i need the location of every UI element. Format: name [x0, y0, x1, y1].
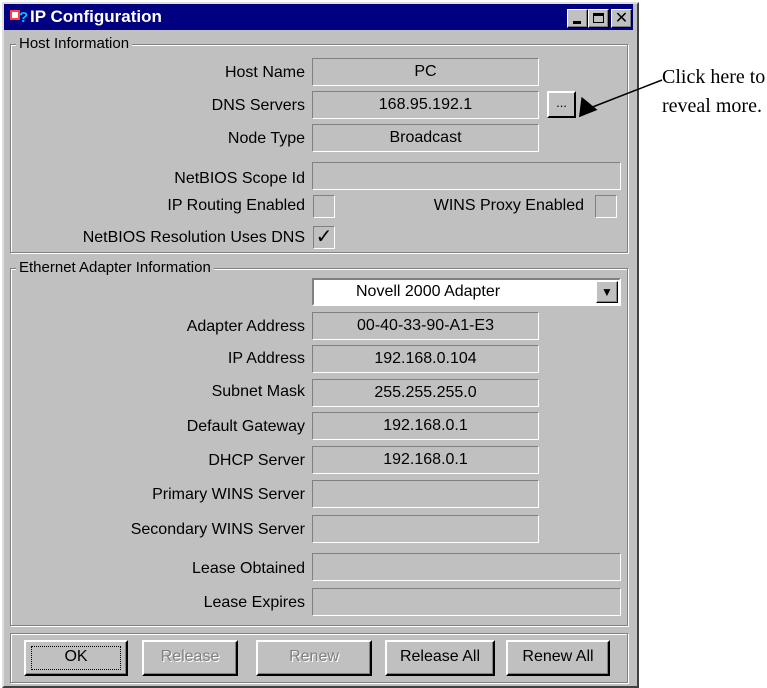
- default-gateway-label: Default Gateway: [186, 418, 305, 435]
- window-title: IP Configuration: [30, 7, 162, 26]
- release-all-button[interactable]: Release All: [385, 640, 495, 676]
- close-icon[interactable]: ✕: [611, 9, 632, 28]
- primary-wins-label: Primary WINS Server: [152, 486, 305, 503]
- dns-servers-field: 168.95.192.1: [312, 91, 539, 119]
- adapter-information-title: Ethernet Adapter Information: [16, 259, 214, 276]
- dhcp-server-label: DHCP Server: [208, 452, 305, 469]
- netbios-dns-label: NetBIOS Resolution Uses DNS: [82, 229, 305, 246]
- netbios-scope-label: NetBIOS Scope Id: [174, 170, 305, 187]
- dns-servers-label: DNS Servers: [211, 97, 305, 114]
- maximize-icon[interactable]: [588, 9, 609, 28]
- netbios-dns-checkbox[interactable]: ✓: [313, 226, 335, 249]
- dhcp-server-field: 192.168.0.1: [312, 446, 539, 474]
- wins-proxy-label: WINS Proxy Enabled: [433, 197, 584, 214]
- svg-text:?: ?: [19, 9, 28, 25]
- default-gateway-field: 192.168.0.1: [312, 412, 539, 440]
- node-type-field: Broadcast: [312, 124, 539, 152]
- minimize-icon[interactable]: [567, 9, 588, 28]
- wins-proxy-checkbox[interactable]: [595, 195, 617, 218]
- lease-expires-label: Lease Expires: [203, 594, 305, 611]
- host-information-title: Host Information: [16, 35, 133, 52]
- annotation-text: Click here to reveal more.: [662, 66, 766, 117]
- host-name-label: Host Name: [224, 64, 305, 81]
- subnet-mask-field: 255.255.255.0: [312, 379, 539, 407]
- chevron-down-icon[interactable]: ▼: [596, 281, 618, 303]
- release-button[interactable]: Release: [142, 640, 238, 676]
- ip-address-field: 192.168.0.104: [312, 345, 539, 373]
- arrow-icon: [578, 79, 663, 118]
- secondary-wins-label: Secondary WINS Server: [130, 521, 305, 538]
- renew-button[interactable]: Renew: [256, 640, 372, 676]
- ip-routing-label: IP Routing Enabled: [167, 197, 305, 214]
- netbios-scope-field: [312, 162, 621, 190]
- checkmark-icon: ✓: [315, 226, 333, 248]
- network-question-icon: ?: [10, 9, 28, 25]
- ok-button[interactable]: OK: [24, 640, 128, 676]
- lease-expires-field: [312, 588, 621, 616]
- adapter-address-field: 00-40-33-90-A1-E3: [312, 312, 539, 340]
- ip-routing-checkbox[interactable]: [313, 195, 335, 218]
- subnet-mask-label: Subnet Mask: [211, 383, 305, 400]
- primary-wins-field: [312, 480, 539, 508]
- ip-address-label: IP Address: [227, 350, 305, 367]
- adapter-select[interactable]: Novell 2000 Adapter ▼: [312, 278, 621, 306]
- focus-rect: [31, 646, 121, 670]
- node-type-label: Node Type: [227, 130, 305, 147]
- secondary-wins-field: [312, 515, 539, 543]
- lease-obtained-field: [312, 553, 621, 581]
- adapter-select-value: Novell 2000 Adapter: [356, 283, 501, 300]
- adapter-address-label: Adapter Address: [186, 318, 305, 335]
- host-name-field: PC: [312, 58, 539, 86]
- lease-obtained-label: Lease Obtained: [192, 560, 305, 577]
- renew-all-button[interactable]: Renew All: [506, 640, 610, 676]
